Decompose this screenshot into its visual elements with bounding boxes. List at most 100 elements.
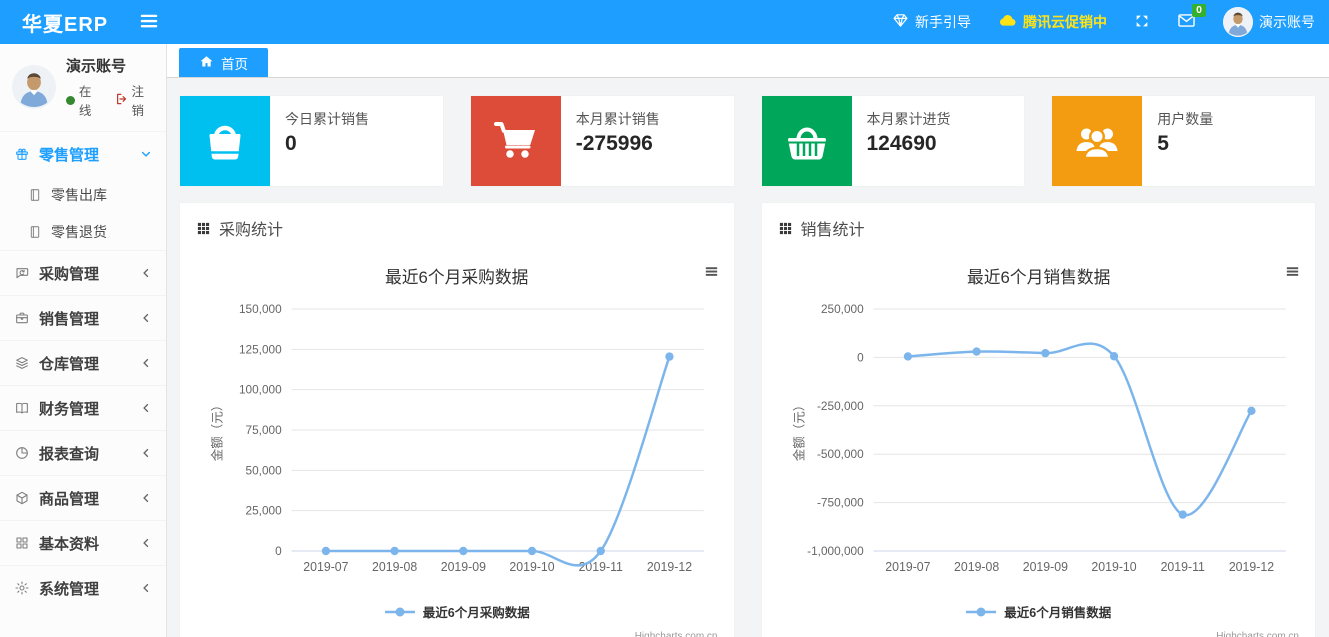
legend-label: 最近6个月采购数据: [423, 602, 530, 621]
promo-label: 腾讯云促销中: [1023, 12, 1107, 32]
chart-context-menu-button[interactable]: [1284, 263, 1301, 283]
sidebar-toggle-button[interactable]: [138, 10, 160, 35]
data-point-marker[interactable]: [1109, 352, 1117, 360]
online-status-label: 在线: [79, 81, 104, 119]
sidebar-item-7[interactable]: 基本资料: [0, 520, 166, 565]
highcharts-watermark[interactable]: Highcharts.com.cn: [770, 631, 1308, 637]
svg-text:50,000: 50,000: [246, 463, 283, 477]
pie-icon: [14, 445, 30, 461]
svg-text:-250,000: -250,000: [817, 399, 864, 413]
logout-label: 注销: [132, 81, 156, 119]
sidebar-item-4[interactable]: 财务管理: [0, 385, 166, 430]
svg-text:2019-09: 2019-09: [1022, 560, 1067, 574]
th-grid-icon: [196, 221, 211, 236]
sidebar-subitem[interactable]: 零售出库: [0, 176, 166, 213]
sidebar-item-3[interactable]: 仓库管理: [0, 340, 166, 385]
data-point-marker[interactable]: [597, 547, 605, 555]
briefcase-icon: [14, 310, 30, 326]
stat-card: 今日累计销售0: [180, 96, 443, 186]
svg-text:2019-09: 2019-09: [441, 560, 486, 574]
stat-card: 本月累计销售 -275996: [471, 96, 734, 186]
fullscreen-button[interactable]: [1134, 13, 1150, 32]
highcharts-watermark[interactable]: Highcharts.com.cn: [188, 631, 726, 637]
messages-button[interactable]: 0: [1177, 11, 1196, 33]
svg-text:2019-10: 2019-10: [509, 560, 554, 574]
chevron-down-icon: [140, 148, 152, 160]
data-point-marker[interactable]: [972, 347, 980, 355]
data-point-marker[interactable]: [1041, 349, 1049, 357]
journal-icon: [27, 187, 43, 203]
svg-text:0: 0: [857, 350, 864, 364]
data-point-marker[interactable]: [1178, 510, 1186, 518]
data-point-marker[interactable]: [665, 352, 673, 360]
stat-cards-row: 今日累计销售0本月累计销售-275996本月累计进货124690用户数量5: [180, 96, 1315, 186]
sidebar: 演示账号 在线 注销 零售管理零售出库零售退货采购管理销售管理仓库管理财务管理报…: [0, 44, 167, 637]
data-point-marker[interactable]: [390, 547, 398, 555]
chevron-left-icon: [140, 357, 152, 369]
data-point-marker[interactable]: [459, 547, 467, 555]
chevron-left-icon: [140, 402, 152, 414]
sidebar-subitem-label: 零售出库: [51, 185, 107, 205]
sales-stats-panel: 销售统计 最近6个月销售数据-1,000,000-750,000-500,000…: [762, 203, 1316, 637]
svg-text:2019-08: 2019-08: [954, 560, 999, 574]
sidebar-item-2[interactable]: 销售管理: [0, 295, 166, 340]
panel-title: 采购统计: [219, 216, 283, 240]
sidebar-subitem-label: 零售退货: [51, 222, 107, 242]
chevron-left-icon: [140, 267, 152, 279]
cloud-icon: [998, 11, 1017, 33]
gear-icon: [14, 580, 30, 596]
data-point-marker[interactable]: [528, 547, 536, 555]
sidebar-item-0[interactable]: 零售管理: [0, 131, 166, 176]
cart-icon: [471, 96, 561, 186]
svg-text:2019-10: 2019-10: [1091, 560, 1136, 574]
tab-home[interactable]: 首页: [179, 48, 268, 77]
svg-text:金额（元）: 金额（元）: [210, 399, 225, 461]
grid-icon: [14, 535, 30, 551]
stat-card: 用户数量5: [1052, 96, 1315, 186]
guide-link[interactable]: 新手引导: [892, 12, 971, 32]
online-status-dot: [66, 96, 75, 105]
expand-icon: [1134, 13, 1150, 32]
chart-panels-row: 采购统计 最近6个月采购数据025,00050,00075,000100,000…: [180, 203, 1315, 637]
sidebar-item-label: 基本资料: [39, 533, 140, 554]
logout-button[interactable]: 注销: [115, 81, 156, 119]
data-point-marker[interactable]: [322, 547, 330, 555]
stat-card-label: 本月累计销售: [576, 109, 660, 129]
users-icon: [1052, 96, 1142, 186]
sidebar-item-5[interactable]: 报表查询: [0, 430, 166, 475]
sidebar-item-label: 系统管理: [39, 578, 140, 599]
sidebar-item-6[interactable]: 商品管理: [0, 475, 166, 520]
svg-text:25,000: 25,000: [246, 504, 283, 518]
svg-text:150,000: 150,000: [239, 302, 282, 316]
chart-legend-item[interactable]: 最近6个月采购数据: [188, 602, 726, 621]
topbar: 华夏ERP 新手引导 腾讯云促销中 0 演示账号: [0, 0, 1329, 44]
svg-text:2019-07: 2019-07: [885, 560, 930, 574]
panel-title: 销售统计: [801, 216, 865, 240]
sidebar-item-label: 销售管理: [39, 308, 140, 329]
sidebar-item-1[interactable]: 采购管理: [0, 250, 166, 295]
guide-label: 新手引导: [915, 12, 971, 32]
chevron-left-icon: [140, 492, 152, 504]
main-area: 首页 今日累计销售0本月累计销售-275996本月累计进货124690用户数量5…: [167, 44, 1329, 637]
legend-marker-icon: [384, 606, 416, 618]
chart-svg: 最近6个月采购数据025,00050,00075,000100,000125,0…: [188, 251, 726, 591]
journal-icon: [27, 224, 43, 240]
account-menu[interactable]: 演示账号: [1223, 7, 1315, 37]
svg-text:2019-11: 2019-11: [1160, 560, 1204, 574]
purchase-stats-panel: 采购统计 最近6个月采购数据025,00050,00075,000100,000…: [180, 203, 734, 637]
data-point-marker[interactable]: [903, 352, 911, 360]
purchase-chart: 最近6个月采购数据025,00050,00075,000100,000125,0…: [180, 251, 734, 637]
data-point-marker[interactable]: [1247, 407, 1255, 415]
svg-text:2019-07: 2019-07: [303, 560, 348, 574]
stat-card-value: -275996: [576, 132, 660, 156]
sidebar-item-8[interactable]: 系统管理: [0, 565, 166, 610]
loop-icon: [14, 265, 30, 281]
promo-link[interactable]: 腾讯云促销中: [998, 11, 1107, 33]
sidebar-item-label: 采购管理: [39, 263, 140, 284]
chart-legend-item[interactable]: 最近6个月销售数据: [770, 602, 1308, 621]
sidebar-subitem[interactable]: 零售退货: [0, 213, 166, 250]
gem-icon: [892, 12, 909, 32]
chart-context-menu-button[interactable]: [703, 263, 720, 283]
svg-text:金额（元）: 金额（元）: [791, 399, 806, 461]
svg-text:-500,000: -500,000: [817, 447, 864, 461]
